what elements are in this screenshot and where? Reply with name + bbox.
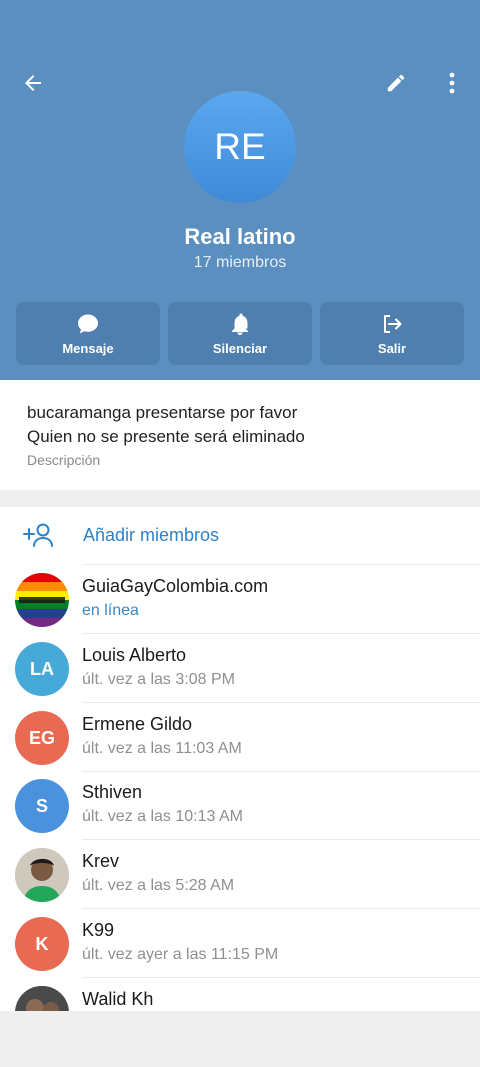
mute-button[interactable]: Silenciar <box>168 302 312 365</box>
logout-icon <box>384 314 402 333</box>
member-row[interactable]: K K99 últ. vez ayer a las 11:15 PM <box>0 909 480 978</box>
member-avatar: EG <box>15 711 69 765</box>
message-button-label: Mensaje <box>62 340 114 356</box>
member-row[interactable]: S Sthiven últ. vez a las 10:13 AM <box>0 771 480 840</box>
profile-header: RE Real latino 17 miembros Mensaje Silen… <box>0 0 480 380</box>
member-name: Walid Kh <box>82 989 154 1009</box>
chat-bubble-icon <box>78 314 98 333</box>
member-name: Louis Alberto <box>82 645 187 665</box>
member-count: 17 miembros <box>193 254 287 271</box>
description-section: bucaramanga presentarse por favor Quien … <box>0 380 480 490</box>
member-status: últ. vez a las 10:13 AM <box>82 808 243 825</box>
rainbow-flag-avatar <box>15 573 69 627</box>
member-status: últ. vez a las 11:03 AM <box>82 740 242 757</box>
group-avatar[interactable]: RE <box>184 91 296 203</box>
member-avatar: K <box>15 917 69 971</box>
members-list: Añadir miembros GuiaGayColombia.com en l… <box>0 507 480 1011</box>
member-row[interactable]: Walid Kh <box>0 978 480 1011</box>
profile-photo-avatar <box>15 848 69 902</box>
more-options-icon[interactable] <box>432 63 472 103</box>
leave-button[interactable]: Salir <box>320 302 464 365</box>
description-text: bucaramanga presentarse por favor Quien … <box>27 401 305 449</box>
profile-photo-avatar <box>15 986 69 1011</box>
member-name: Krev <box>82 851 120 871</box>
member-avatar: LA <box>15 642 69 696</box>
back-arrow-icon[interactable] <box>13 63 53 103</box>
member-status: en línea <box>82 602 139 619</box>
member-row[interactable]: LA Louis Alberto últ. vez a las 3:08 PM <box>0 634 480 703</box>
member-name: K99 <box>82 920 115 940</box>
member-status: últ. vez ayer a las 11:15 PM <box>82 946 279 963</box>
description-line-1: bucaramanga presentarse por favor <box>27 403 298 422</box>
member-name: Ermene Gildo <box>82 714 193 734</box>
member-row[interactable]: EG Ermene Gildo últ. vez a las 11:03 AM <box>0 703 480 772</box>
member-status: últ. vez a las 3:08 PM <box>82 671 235 688</box>
add-members-button[interactable]: Añadir miembros <box>0 507 480 565</box>
description-label: Descripción <box>27 452 101 468</box>
edit-pencil-icon[interactable] <box>376 63 416 103</box>
add-members-label: Añadir miembros <box>83 525 220 545</box>
description-line-2: Quien no se presente será eliminado <box>27 427 305 446</box>
member-name: GuiaGayColombia.com <box>82 576 269 596</box>
group-title: Real latino <box>184 224 296 249</box>
member-name: Sthiven <box>82 782 143 802</box>
message-button[interactable]: Mensaje <box>16 302 160 365</box>
member-row[interactable]: Krev últ. vez a las 5:28 AM <box>0 840 480 909</box>
member-status: últ. vez a las 5:28 AM <box>82 877 235 894</box>
add-user-icon <box>22 521 56 554</box>
leave-button-label: Salir <box>377 340 407 356</box>
bell-icon <box>232 313 248 335</box>
member-avatar: S <box>15 779 69 833</box>
mute-button-label: Silenciar <box>212 340 268 356</box>
member-row[interactable]: GuiaGayColombia.com en línea <box>0 565 480 634</box>
